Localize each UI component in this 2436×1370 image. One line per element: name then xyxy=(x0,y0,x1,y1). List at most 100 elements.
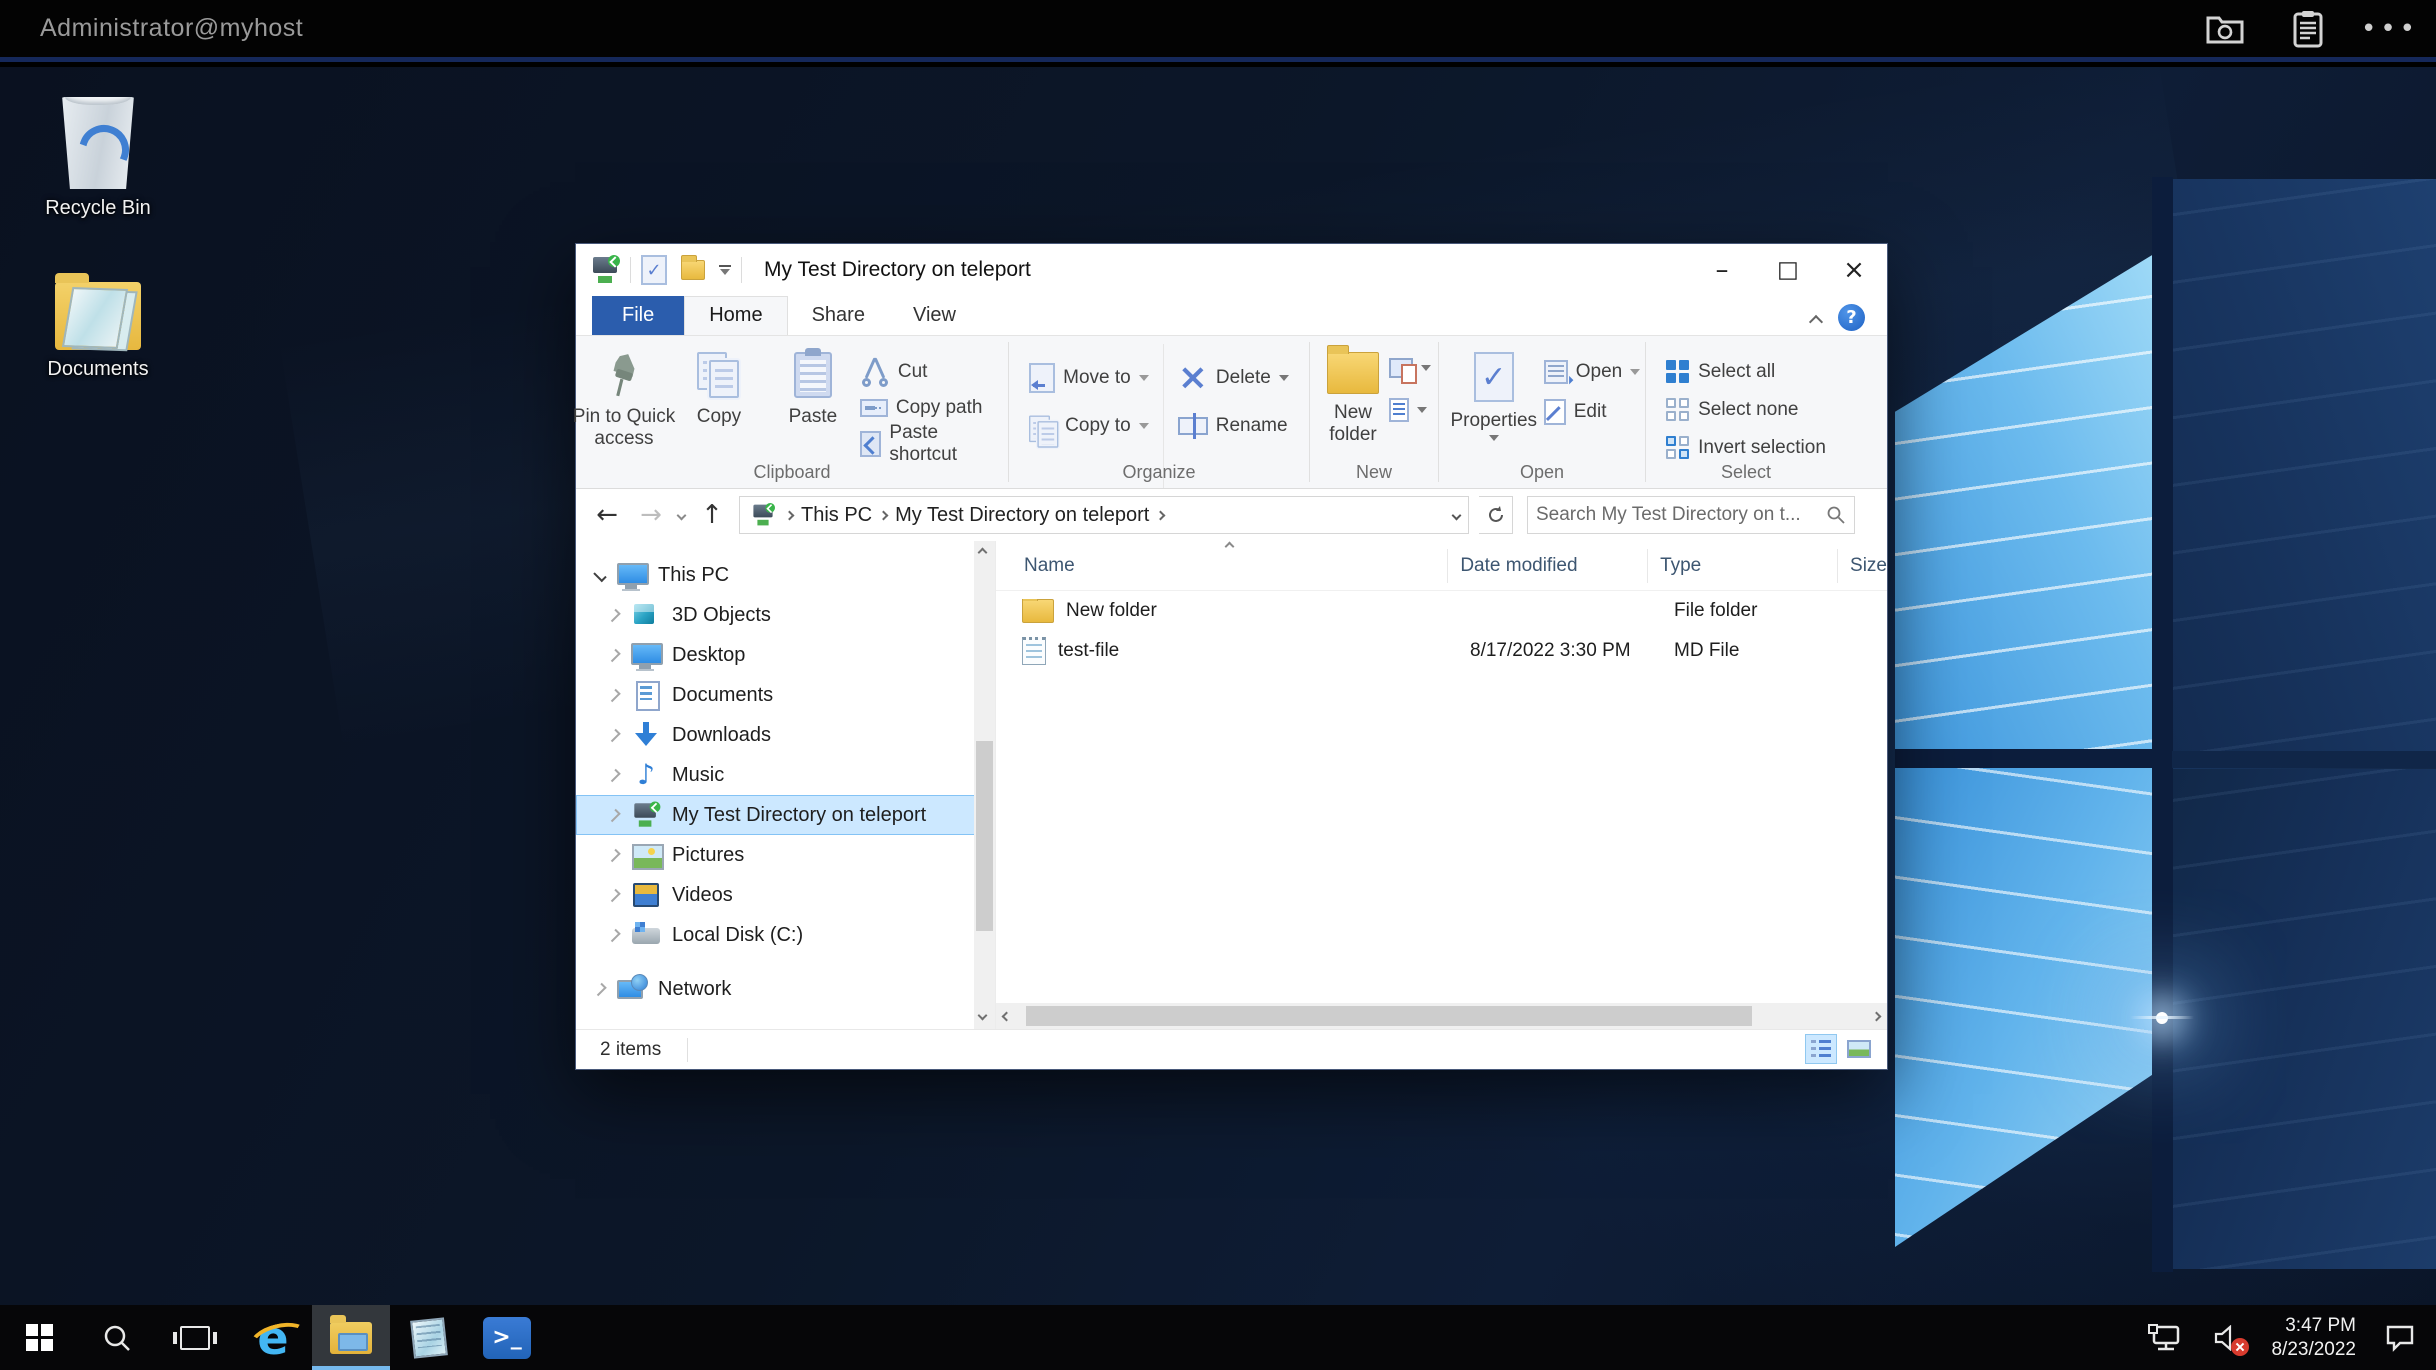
column-header-type[interactable]: Type xyxy=(1648,549,1838,583)
group-label-organize: Organize xyxy=(1009,462,1309,483)
collapse-chevron-icon[interactable] xyxy=(607,688,620,701)
scroll-right-icon[interactable] xyxy=(1872,1011,1882,1021)
nav-item-3d-objects[interactable]: 3D Objects xyxy=(576,595,995,635)
taskbar-notepad[interactable] xyxy=(390,1305,468,1370)
search-box[interactable] xyxy=(1527,496,1855,534)
taskbar-file-explorer[interactable] xyxy=(312,1305,390,1370)
invert-selection-button[interactable]: Invert selection xyxy=(1666,434,1826,462)
clipboard-icon[interactable] xyxy=(2286,9,2330,49)
nav-item-documents[interactable]: Documents xyxy=(576,675,995,715)
forward-button[interactable]: → xyxy=(634,500,668,530)
column-header-name[interactable]: Name xyxy=(996,549,1448,583)
address-dropdown-icon[interactable] xyxy=(1452,510,1462,520)
nav-item-network[interactable]: Network xyxy=(576,969,995,1009)
open-button[interactable]: Open xyxy=(1544,358,1640,386)
maximize-button[interactable]: □ xyxy=(1755,244,1821,296)
expand-icon[interactable] xyxy=(593,568,606,581)
taskbar-clock[interactable]: 3:47 PM 8/23/2022 xyxy=(2271,1314,2356,1362)
rename-button[interactable]: Rename xyxy=(1178,406,1289,446)
nav-item-videos[interactable]: Videos xyxy=(576,875,995,915)
select-none-button[interactable]: Select none xyxy=(1666,396,1826,424)
collapse-chevron-icon[interactable] xyxy=(607,888,620,901)
nav-item-music[interactable]: ♪ Music xyxy=(576,755,995,795)
collapse-chevron-icon[interactable] xyxy=(607,728,620,741)
help-icon[interactable]: ? xyxy=(1838,304,1865,331)
scrollbar-thumb[interactable] xyxy=(1026,1006,1752,1026)
collapse-chevron-icon[interactable] xyxy=(607,768,620,781)
back-button[interactable]: ← xyxy=(590,500,624,530)
tab-view[interactable]: View xyxy=(889,297,980,335)
scroll-down-icon[interactable] xyxy=(978,1011,988,1021)
task-view-button[interactable] xyxy=(156,1305,234,1370)
search-input[interactable] xyxy=(1536,504,1826,526)
copy-to-button[interactable]: Copy to xyxy=(1029,406,1149,446)
collapse-chevron-icon[interactable] xyxy=(607,848,620,861)
cut-button[interactable]: Cut xyxy=(860,358,1008,386)
title-bar[interactable]: ✓ My Test Directory on teleport – □ × xyxy=(576,244,1887,296)
select-all-button[interactable]: Select all xyxy=(1666,358,1826,386)
ribbon-group-open: ✓ Properties Open Edit xyxy=(1439,336,1645,488)
desktop-icon-documents[interactable]: Documents xyxy=(18,282,178,381)
collapse-chevron-icon[interactable] xyxy=(607,928,620,941)
nav-item-downloads[interactable]: Downloads xyxy=(576,715,995,755)
delete-button[interactable]: × Delete xyxy=(1178,358,1289,398)
group-label-select: Select xyxy=(1646,462,1846,483)
thumbnail-view-button[interactable] xyxy=(1843,1034,1875,1064)
column-header-size[interactable]: Size xyxy=(1838,549,1887,583)
folder-qat-icon[interactable] xyxy=(681,260,705,280)
refresh-button[interactable] xyxy=(1479,496,1513,534)
recent-locations-icon[interactable] xyxy=(677,510,687,520)
nav-item-this-pc[interactable]: This PC xyxy=(576,555,995,595)
notepad-icon xyxy=(410,1317,448,1358)
paste-shortcut-button[interactable]: Paste shortcut xyxy=(860,430,1008,458)
desktop-icon-label: Documents xyxy=(18,358,178,381)
file-row-test-file[interactable]: test-file 8/17/2022 3:30 PM MD File xyxy=(996,631,1887,671)
collapse-chevron-icon[interactable] xyxy=(607,648,620,661)
videos-icon xyxy=(630,880,662,910)
file-transfer-icon[interactable] xyxy=(2204,9,2248,49)
more-options-icon[interactable]: ••• xyxy=(2368,9,2412,49)
ribbon-group-new: New folder New xyxy=(1310,336,1438,488)
taskbar-internet-explorer[interactable]: e xyxy=(234,1305,312,1370)
collapse-chevron-icon[interactable] xyxy=(607,608,620,621)
tab-share[interactable]: Share xyxy=(788,297,889,335)
customize-qat-dropdown-icon[interactable] xyxy=(719,265,731,275)
tab-home[interactable]: Home xyxy=(684,296,787,335)
nav-item-my-test-directory[interactable]: My Test Directory on teleport xyxy=(576,795,995,835)
new-item-button[interactable] xyxy=(1389,354,1431,382)
nav-scrollbar[interactable] xyxy=(974,541,995,1029)
nav-item-desktop[interactable]: Desktop xyxy=(576,635,995,675)
nav-item-local-disk[interactable]: Local Disk (C:) xyxy=(576,915,995,955)
copy-path-button[interactable]: Copy path xyxy=(860,394,1008,422)
taskbar-powershell[interactable]: >_ xyxy=(468,1305,546,1370)
collapse-chevron-icon[interactable] xyxy=(607,808,620,821)
breadcrumb-this-pc[interactable]: This PC xyxy=(801,504,872,527)
edit-button[interactable]: Edit xyxy=(1544,398,1640,426)
scroll-left-icon[interactable] xyxy=(1002,1011,1012,1021)
file-row-new-folder[interactable]: New folder File folder xyxy=(996,591,1887,631)
scrollbar-thumb[interactable] xyxy=(976,741,993,931)
nav-item-pictures[interactable]: Pictures xyxy=(576,835,995,875)
tab-file[interactable]: File xyxy=(592,296,684,335)
network-tray-icon[interactable] xyxy=(2147,1322,2183,1354)
easy-access-button[interactable] xyxy=(1389,396,1431,424)
collapse-chevron-icon[interactable] xyxy=(593,982,606,995)
minimize-button[interactable]: – xyxy=(1689,244,1755,296)
taskbar-search-button[interactable] xyxy=(78,1305,156,1370)
minimize-ribbon-icon[interactable] xyxy=(1809,315,1823,329)
details-view-button[interactable] xyxy=(1805,1034,1837,1064)
breadcrumb-current-folder[interactable]: My Test Directory on teleport xyxy=(895,504,1149,527)
scroll-up-icon[interactable] xyxy=(978,548,988,558)
move-to-button[interactable]: Move to xyxy=(1029,358,1149,398)
volume-muted-icon[interactable] xyxy=(2209,1322,2245,1354)
group-label-new: New xyxy=(1310,462,1438,483)
desktop-icon-recycle-bin[interactable]: Recycle Bin xyxy=(18,97,178,220)
start-button[interactable] xyxy=(0,1305,78,1370)
properties-qat-icon[interactable]: ✓ xyxy=(641,255,667,285)
address-bar[interactable]: This PC My Test Directory on teleport xyxy=(739,496,1469,534)
column-header-date-modified[interactable]: Date modified xyxy=(1448,549,1648,583)
up-button[interactable]: ↑ xyxy=(695,500,729,530)
horizontal-scrollbar[interactable] xyxy=(996,1003,1887,1029)
close-button[interactable]: × xyxy=(1821,244,1887,296)
action-center-icon[interactable] xyxy=(2382,1322,2418,1354)
